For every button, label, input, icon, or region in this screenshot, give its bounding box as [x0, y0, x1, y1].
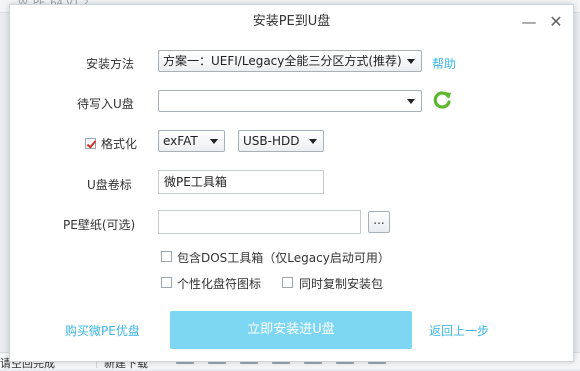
- target-disk-select[interactable]: [158, 90, 422, 112]
- minimize-button[interactable]: —: [518, 11, 540, 33]
- boot-mode-value: USB-HDD: [243, 134, 300, 148]
- help-link[interactable]: 帮助: [432, 55, 456, 72]
- dos-tools-checkbox[interactable]: [161, 251, 172, 262]
- custom-icon-checkbox[interactable]: [161, 277, 172, 288]
- filesystem-select[interactable]: exFAT: [158, 130, 225, 152]
- wallpaper-path-input[interactable]: [158, 210, 361, 234]
- custom-icon-label: 个性化盘符图标: [177, 277, 262, 291]
- refresh-icon[interactable]: [431, 89, 453, 111]
- install-method-select[interactable]: 方案一：UEFI/Legacy全能三分区方式(推荐): [158, 50, 422, 72]
- filesystem-value: exFAT: [163, 134, 198, 148]
- install-method-label: 安装方法: [86, 57, 135, 71]
- install-pe-dialog: 安装PE到U盘 — ✕ 安装方法 方案一：UEFI/Legacy全能三分区方式(…: [9, 4, 574, 362]
- wallpaper-label: PE壁纸(可选): [63, 218, 136, 232]
- install-method-value: 方案一：UEFI/Legacy全能三分区方式(推荐): [163, 54, 402, 68]
- boot-mode-select[interactable]: USB-HDD: [238, 130, 324, 152]
- install-to-usb-button[interactable]: 立即安装进U盘: [170, 311, 412, 349]
- browse-button[interactable]: ...: [368, 211, 390, 233]
- format-checkbox[interactable]: [85, 138, 96, 149]
- target-disk-label: 待写入U盘: [77, 97, 134, 111]
- copy-installer-checkbox[interactable]: [282, 277, 293, 288]
- volume-label-input[interactable]: 微PE工具箱: [158, 170, 324, 194]
- dos-tools-label: 包含DOS工具箱（仅Legacy启动可用）: [177, 251, 390, 265]
- buy-usb-link[interactable]: 购买微PE优盘: [65, 322, 140, 339]
- chevron-down-icon: [210, 139, 218, 144]
- chevron-down-icon: [407, 59, 415, 64]
- back-link[interactable]: 返回上一步: [429, 322, 489, 339]
- dialog-title: 安装PE到U盘: [252, 14, 331, 29]
- copy-installer-label: 同时复制安装包: [299, 277, 384, 291]
- chevron-down-icon: [407, 99, 415, 104]
- chevron-down-icon: [309, 139, 317, 144]
- volume-label-label: U盘卷标: [87, 178, 132, 192]
- format-label: 格式化: [101, 137, 138, 151]
- close-button[interactable]: ✕: [545, 11, 567, 33]
